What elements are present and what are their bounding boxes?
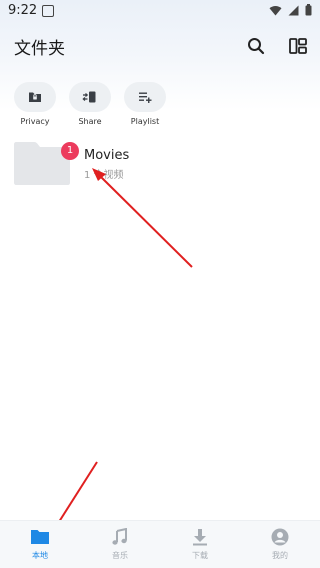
nav-label-local: 本地 [32,551,48,560]
playlist-add-icon [139,92,152,103]
share-label: Share [78,117,102,126]
music-note-icon [112,528,127,545]
page-title: 文件夹 [14,39,65,59]
status-bar: 9:22 [0,0,320,24]
share-button[interactable]: Share [68,82,112,126]
wifi-icon [269,5,282,15]
layout-toggle-button[interactable] [284,32,312,60]
nav-label-music: 音乐 [112,551,128,560]
privacy-label: Privacy [20,117,50,126]
folder-item-movies[interactable]: 1 Movies 1 个视频 [14,142,306,188]
cell-signal-icon [288,5,299,15]
privacy-button[interactable]: Privacy [13,82,57,126]
bottom-navigation: 本地 音乐 下载 我的 [0,520,320,568]
download-icon [193,529,207,546]
nav-music[interactable]: 音乐 [90,527,150,561]
notification-icon [42,5,54,17]
share-icon [82,91,96,103]
search-icon [248,38,265,55]
nav-local[interactable]: 本地 [10,527,70,561]
layout-toggle-icon [289,38,307,54]
folder-name: Movies [84,148,130,163]
nav-label-download: 下载 [192,551,208,560]
app-screen: 9:22 文件夹 Privacy Share Playlist 1 Movies… [0,0,320,568]
playlist-label: Playlist [130,117,160,126]
battery-icon [305,4,312,16]
folder-video-count: 1 个视频 [84,170,124,181]
privacy-button-circle[interactable] [14,82,56,112]
quick-actions: Privacy Share Playlist [0,82,320,130]
app-header: 文件夹 [0,26,320,66]
status-icons [269,4,312,16]
profile-icon [271,528,289,546]
playlist-button-circle[interactable] [124,82,166,112]
folder-icon [31,530,49,544]
share-button-circle[interactable] [69,82,111,112]
status-time: 9:22 [8,3,38,18]
search-button[interactable] [242,32,270,60]
playlist-button[interactable]: Playlist [123,82,167,126]
new-count-badge: 1 [61,142,79,160]
nav-profile[interactable]: 我的 [250,527,310,561]
privacy-folder-icon [29,92,41,102]
nav-download[interactable]: 下载 [170,527,230,561]
nav-label-profile: 我的 [272,551,288,560]
